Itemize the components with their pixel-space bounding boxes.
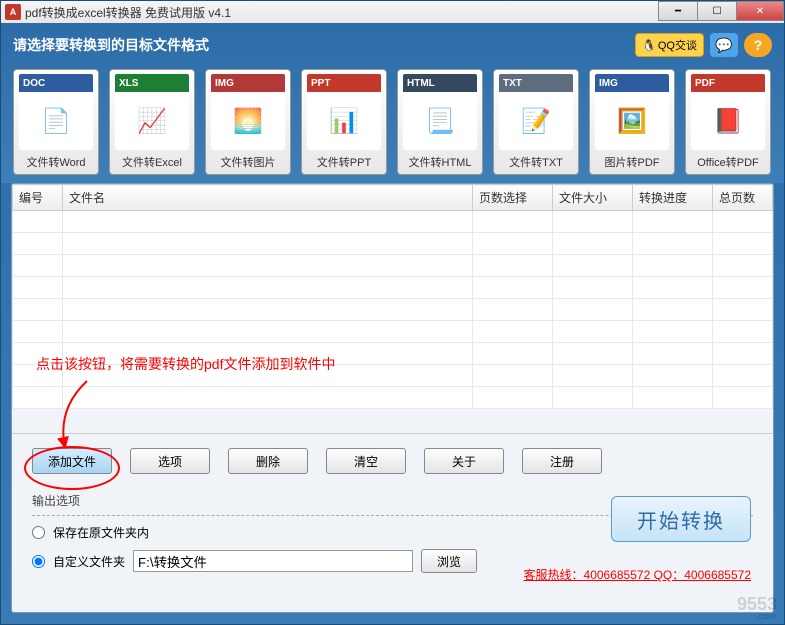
- format-header: DOC: [19, 74, 93, 92]
- output-section: 输出选项 保存在原文件夹内 自定义文件夹 浏览 开始转换 客服热线：400668…: [12, 488, 773, 591]
- format-icon: IMG 🌅: [211, 74, 285, 150]
- custom-folder-label: 自定义文件夹: [53, 553, 125, 570]
- main-window: A pdf转换成excel转换器 免费试用版 v4.1 ━ ☐ ✕ 请选择要转换…: [0, 0, 785, 625]
- format-label: 文件转TXT: [509, 154, 563, 170]
- format-body-icon: 📃: [403, 92, 477, 150]
- format-label: 文件转Word: [26, 154, 85, 170]
- format-label: 文件转HTML: [409, 154, 472, 170]
- file-table: 编号文件名页数选择文件大小转换进度总页数: [12, 184, 773, 409]
- column-header[interactable]: 文件名: [63, 185, 473, 211]
- window-title: pdf转换成excel转换器 免费试用版 v4.1: [25, 4, 231, 21]
- format-header: TXT: [499, 74, 573, 92]
- format-xls[interactable]: XLS 📈 文件转Excel: [109, 69, 195, 175]
- format-txt[interactable]: TXT 📝 文件转TXT: [493, 69, 579, 175]
- help-button[interactable]: ?: [744, 33, 772, 57]
- chat-button[interactable]: 💬: [710, 33, 738, 57]
- format-label: 文件转PPT: [317, 154, 371, 170]
- format-grid: DOC 📄 文件转Word XLS 📈 文件转Excel IMG 🌅 文件转图片…: [13, 69, 772, 175]
- format-pdf[interactable]: PDF 📕 Office转PDF: [685, 69, 771, 175]
- browse-button[interactable]: 浏览: [421, 549, 477, 573]
- format-label: 文件转Excel: [122, 154, 182, 170]
- format-body-icon: 📊: [307, 92, 381, 150]
- format-img2[interactable]: IMG 🖼️ 图片转PDF: [589, 69, 675, 175]
- output-path-input[interactable]: [133, 550, 413, 572]
- format-header: HTML: [403, 74, 477, 92]
- minimize-button[interactable]: ━: [658, 1, 698, 21]
- content-area: 编号文件名页数选择文件大小转换进度总页数 点击该按钮，将需要转换的pdf文件添加…: [11, 183, 774, 613]
- format-header: IMG: [595, 74, 669, 92]
- column-header[interactable]: 文件大小: [553, 185, 633, 211]
- column-header[interactable]: 编号: [13, 185, 63, 211]
- column-header[interactable]: 总页数: [713, 185, 773, 211]
- format-label: 文件转图片: [221, 154, 276, 170]
- format-body-icon: 📈: [115, 92, 189, 150]
- custom-folder-radio[interactable]: [32, 555, 45, 568]
- start-convert-button[interactable]: 开始转换: [611, 496, 751, 542]
- about-button[interactable]: 关于: [424, 448, 504, 474]
- register-button[interactable]: 注册: [522, 448, 602, 474]
- format-icon: DOC 📄: [19, 74, 93, 150]
- titlebar: A pdf转换成excel转换器 免费试用版 v4.1 ━ ☐ ✕: [1, 1, 784, 23]
- column-header[interactable]: 转换进度: [633, 185, 713, 211]
- penguin-icon: 🐧: [642, 39, 656, 52]
- format-header: PDF: [691, 74, 765, 92]
- clear-button[interactable]: 清空: [326, 448, 406, 474]
- file-table-wrap: 编号文件名页数选择文件大小转换进度总页数: [12, 184, 773, 434]
- format-body-icon: 📕: [691, 92, 765, 150]
- close-button[interactable]: ✕: [736, 1, 784, 21]
- save-same-folder-radio[interactable]: [32, 526, 45, 539]
- save-same-folder-label: 保存在原文件夹内: [53, 524, 149, 541]
- format-img[interactable]: IMG 🌅 文件转图片: [205, 69, 291, 175]
- format-icon: PPT 📊: [307, 74, 381, 150]
- format-body-icon: 📄: [19, 92, 93, 150]
- format-body-icon: 🌅: [211, 92, 285, 150]
- format-doc[interactable]: DOC 📄 文件转Word: [13, 69, 99, 175]
- column-header[interactable]: 页数选择: [473, 185, 553, 211]
- options-button[interactable]: 选项: [130, 448, 210, 474]
- chat-icon: 💬: [715, 37, 732, 54]
- maximize-button[interactable]: ☐: [697, 1, 737, 21]
- format-body-icon: 🖼️: [595, 92, 669, 150]
- format-icon: TXT 📝: [499, 74, 573, 150]
- delete-button[interactable]: 删除: [228, 448, 308, 474]
- format-body-icon: 📝: [499, 92, 573, 150]
- format-header: PPT: [307, 74, 381, 92]
- format-icon: XLS 📈: [115, 74, 189, 150]
- format-html[interactable]: HTML 📃 文件转HTML: [397, 69, 483, 175]
- annotation-text: 点击该按钮，将需要转换的pdf文件添加到软件中: [36, 354, 335, 374]
- format-ppt[interactable]: PPT 📊 文件转PPT: [301, 69, 387, 175]
- qq-label: QQ交谈: [658, 37, 697, 53]
- app-icon: A: [5, 4, 21, 20]
- window-controls: ━ ☐ ✕: [659, 1, 784, 21]
- header-title: 请选择要转换到的目标文件格式: [13, 35, 209, 55]
- format-label: Office转PDF: [697, 154, 759, 170]
- format-icon: HTML 📃: [403, 74, 477, 150]
- format-header: IMG: [211, 74, 285, 92]
- hotline-link[interactable]: 客服热线：4006685572 QQ：4006685572: [524, 566, 751, 583]
- add-file-button[interactable]: 添加文件: [32, 448, 112, 474]
- format-icon: PDF 📕: [691, 74, 765, 150]
- format-header: XLS: [115, 74, 189, 92]
- qq-chat-button[interactable]: 🐧 QQ交谈: [635, 33, 704, 57]
- format-icon: IMG 🖼️: [595, 74, 669, 150]
- header: 请选择要转换到的目标文件格式 🐧 QQ交谈 💬 ? DOC 📄 文件转Word …: [1, 23, 784, 183]
- action-buttons: 添加文件 选项 删除 清空 关于 注册: [12, 434, 773, 488]
- format-label: 图片转PDF: [605, 154, 660, 170]
